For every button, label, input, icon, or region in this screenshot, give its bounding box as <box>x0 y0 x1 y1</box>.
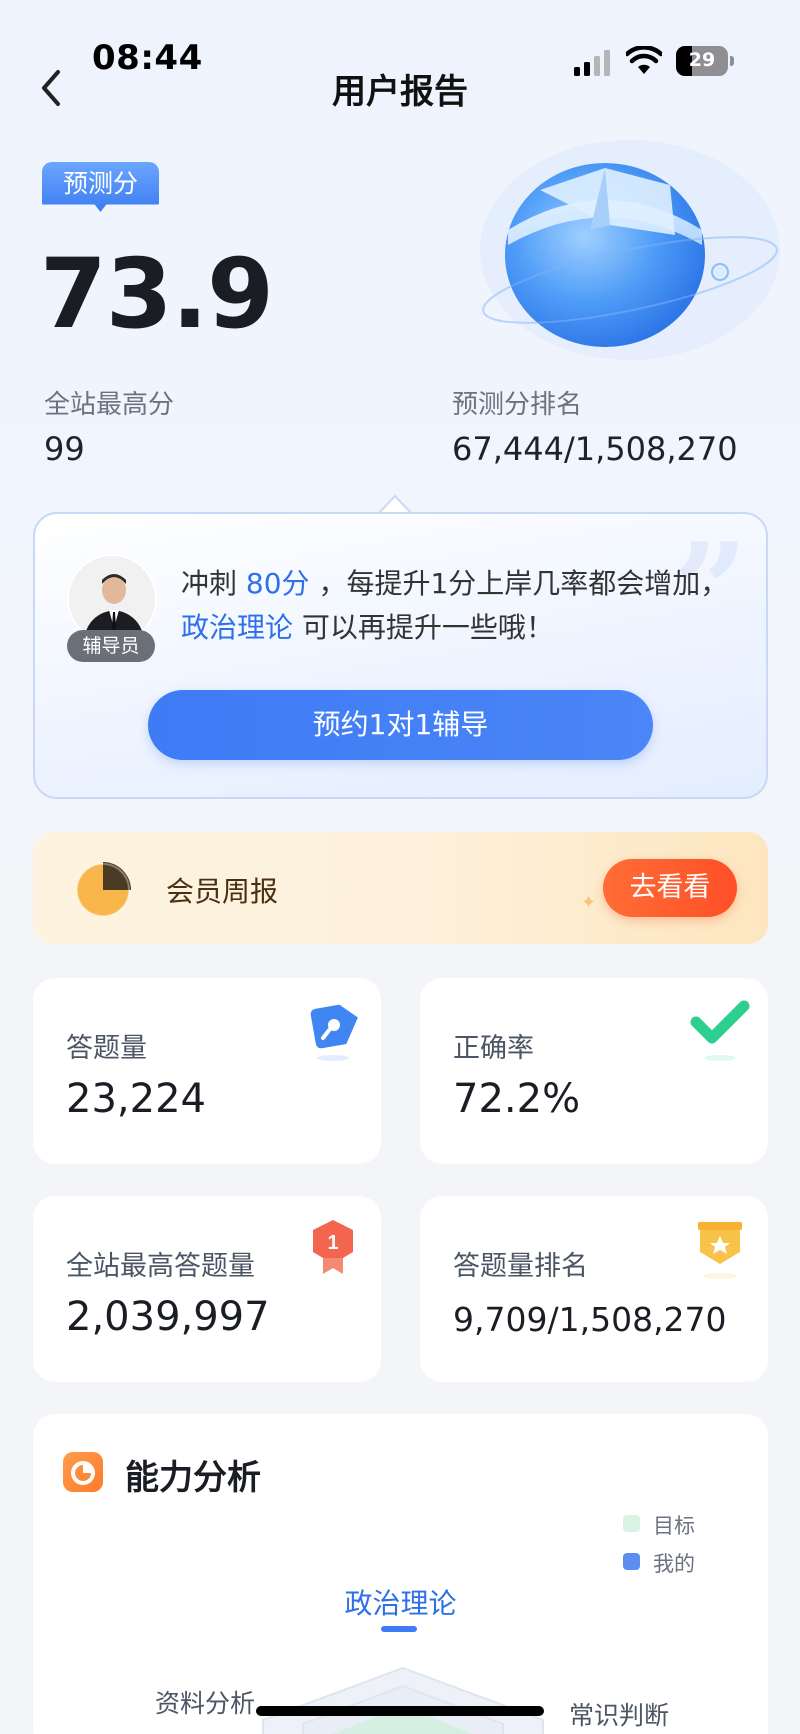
radar-axis-politics[interactable]: 政治理论 <box>33 1582 768 1622</box>
star-badge-icon <box>698 1222 742 1279</box>
stat-title: 全站最高答题量 <box>66 1251 255 1282</box>
advisor-badge: 辅导员 <box>67 630 155 662</box>
stat-title: 答题量 <box>66 1033 147 1064</box>
stat-value: 9,709/1,508,270 <box>453 1300 727 1339</box>
sparkle-decoration: ✦ <box>581 892 597 913</box>
pie-globe-illustration <box>480 140 780 360</box>
pencil-tag-icon <box>310 1004 358 1061</box>
site-max-score-value: 99 <box>44 430 85 468</box>
radar-axis-data-analysis[interactable]: 资料分析 <box>155 1684 255 1720</box>
stat-card-accuracy: 正确率 72.2% <box>420 978 768 1164</box>
stat-title: 正确率 <box>453 1033 534 1064</box>
target-score-highlight: 80分 <box>245 567 310 600</box>
stat-card-site-max-answers: 全站最高答题量 2,039,997 1 <box>33 1196 381 1382</box>
svg-text:1: 1 <box>327 1232 338 1254</box>
back-arrow-icon[interactable] <box>30 64 74 112</box>
stat-card-answer-rank: 答题量排名 9,709/1,508,270 <box>420 1196 768 1382</box>
predict-score-tag: 预测分 <box>42 162 159 212</box>
radar-axis-general-knowledge[interactable]: 常识判断 <box>569 1696 669 1732</box>
weekly-report-label: 会员周报 <box>166 875 279 908</box>
advisor-card: ” 辅导员 冲刺 80分 ，每提升1分上岸几率都会增加， 政治理论 可以再提升一… <box>33 512 768 799</box>
ability-chart-icon <box>63 1452 103 1492</box>
rank-one-medal-icon: 1 <box>313 1220 353 1274</box>
card-pointer <box>378 494 412 514</box>
radar-axis-selected-indicator <box>381 1626 417 1632</box>
home-indicator <box>256 1706 544 1716</box>
radar-chart <box>262 1666 544 1734</box>
stat-title: 答题量排名 <box>453 1251 588 1282</box>
stat-value: 23,224 <box>66 1076 206 1122</box>
advisor-message: 冲刺 80分 ，每提升1分上岸几率都会增加， 政治理论 可以再提升一些哦！ <box>181 567 729 644</box>
pie-chart-icon <box>76 862 131 917</box>
weekly-report-banner[interactable]: 会员周报 ✦ 去看看 <box>33 832 768 944</box>
legend-mine: 我的 <box>623 1548 695 1578</box>
stat-value: 2,039,997 <box>66 1294 270 1340</box>
score-rank-value: 67,444/1,508,270 <box>452 430 738 468</box>
site-max-score-label: 全站最高分 <box>44 390 175 420</box>
stat-card-answers: 答题量 23,224 <box>33 978 381 1164</box>
legend-target: 目标 <box>623 1510 695 1540</box>
score-rank-label: 预测分排名 <box>452 390 583 420</box>
ability-title: 能力分析 <box>125 1458 261 1498</box>
page-title: 用户报告 <box>332 72 468 112</box>
book-tutoring-button[interactable]: 预约1对1辅导 <box>148 690 653 760</box>
weak-subject-highlight: 政治理论 <box>181 611 294 644</box>
checkmark-icon <box>690 1000 750 1061</box>
stat-value: 72.2% <box>453 1076 581 1122</box>
view-weekly-button[interactable]: 去看看 <box>603 859 737 917</box>
predicted-score: 73.9 <box>40 238 274 350</box>
ability-analysis-card: 能力分析 目标 我的 政治理论 资料分析 常识判断 <box>33 1414 768 1734</box>
